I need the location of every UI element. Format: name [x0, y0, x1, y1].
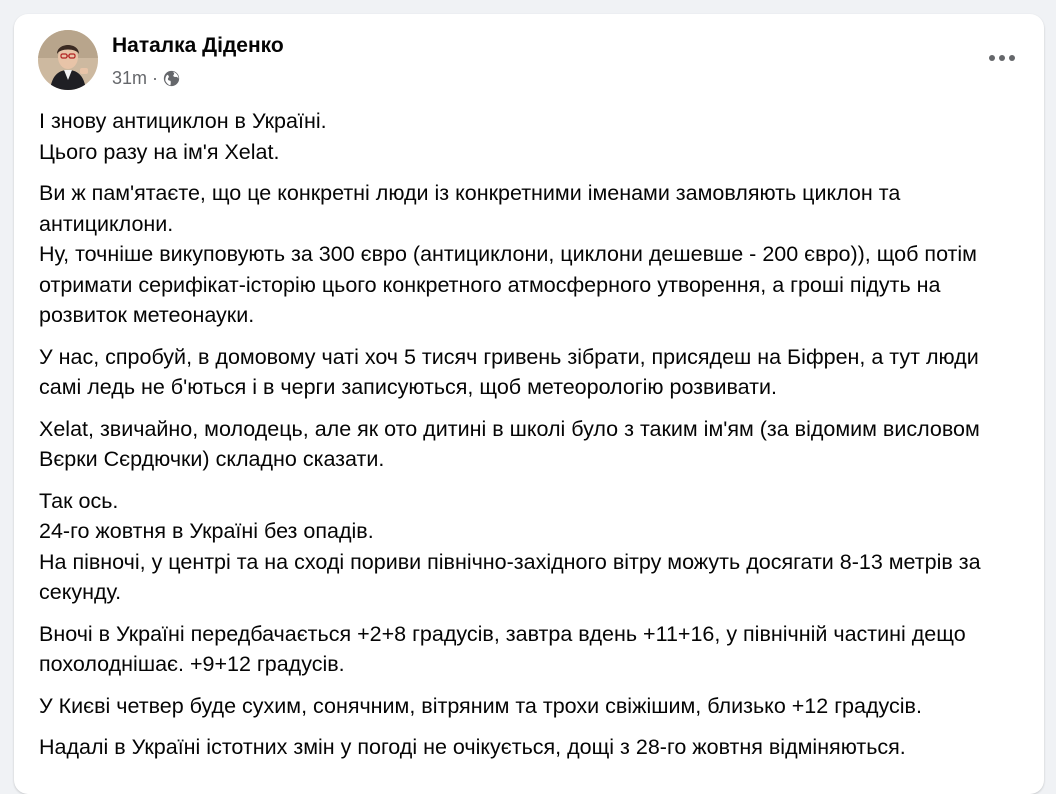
post-meta: 31m · [112, 66, 180, 90]
meta-separator: · [152, 67, 159, 88]
post-paragraph: Так ось. 24-го жовтня в Україні без опад… [39, 488, 981, 605]
author-avatar[interactable] [38, 30, 98, 90]
post-header: Наталка Діденко 31m · [14, 14, 1044, 104]
post-paragraph: Надалі в Україні істотних змін у погоді … [39, 735, 906, 759]
globe-icon[interactable] [163, 70, 180, 87]
post-card: Наталка Діденко 31m · І знову антициклон… [14, 14, 1044, 794]
post-paragraph: Ви ж пам'ятаєте, що це конкретні люди із… [39, 181, 977, 327]
post-paragraph: Xelat, звичайно, молодець, але як ото ди… [39, 416, 980, 472]
post-paragraph: У нас, спробуй, в домовому чаті хоч 5 ти… [39, 344, 979, 400]
more-options-button[interactable] [984, 44, 1020, 72]
more-options-icon [989, 55, 995, 61]
post-paragraph: Вночі в Україні передбачається +2+8 град… [39, 621, 966, 677]
post-paragraph: І знову антициклон в Україні. Цього разу… [39, 109, 327, 164]
post-timestamp[interactable]: 31m [112, 68, 147, 89]
author-name[interactable]: Наталка Діденко [112, 34, 284, 58]
post-text: І знову антициклон в Україні. Цього разу… [39, 106, 1024, 774]
post-paragraph: У Києві четвер буде сухим, сонячним, віт… [39, 693, 922, 718]
